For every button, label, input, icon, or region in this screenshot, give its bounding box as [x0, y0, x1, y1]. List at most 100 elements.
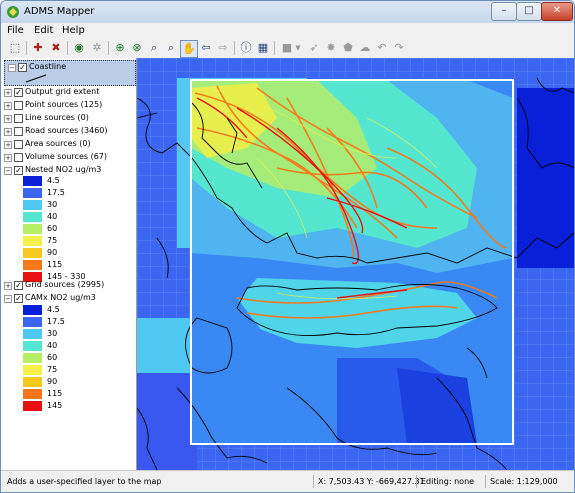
forward-arrow-icon[interactable]: ⇨	[215, 40, 231, 56]
title-bar: ADMS Mapper – □ ✕	[1, 1, 574, 23]
maximize-button[interactable]: □	[516, 2, 542, 21]
color-swatch	[23, 353, 42, 363]
coastline-layer-selected[interactable]: − ✓ Coastline	[4, 60, 136, 86]
info-icon[interactable]: ⓘ	[238, 40, 254, 56]
nested-scale-label: 30	[47, 200, 58, 209]
nested-scale-label: 60	[47, 224, 58, 233]
status-message: Adds a user-specified layer to the map	[7, 477, 162, 486]
zoom-layer-icon[interactable]: ⊗	[129, 40, 145, 56]
camx-scale-label: 90	[47, 377, 58, 386]
status-scale: Scale: 1:129,000	[485, 475, 558, 488]
nested-scale-label: 75	[47, 236, 58, 245]
nested-scale-label: 90	[47, 248, 58, 257]
camx-scale-label: 17.5	[47, 317, 65, 326]
color-swatch	[23, 260, 42, 270]
dropdown-icon[interactable]: ▼	[294, 40, 302, 56]
zoom-in-icon[interactable]: ⌕	[146, 40, 162, 56]
close-button[interactable]: ✕	[541, 2, 573, 21]
pan-hand-icon[interactable]: ✋	[180, 40, 198, 58]
layer-checkbox[interactable]	[14, 101, 23, 110]
color-swatch	[23, 200, 42, 210]
camx-scale-label: 75	[47, 365, 58, 374]
layer-camx-no2[interactable]: − ✓ CAMx NO2 ug/m3	[1, 292, 136, 304]
globe-icon[interactable]: ◉	[71, 40, 87, 56]
camx-scale-label: 40	[47, 341, 58, 350]
camx-scale-entry: 40	[1, 340, 136, 352]
stop-icon[interactable]: ■	[279, 40, 295, 56]
camx-scale-entry: 115	[1, 388, 136, 400]
color-swatch	[23, 224, 42, 234]
zoom-extent-icon[interactable]: ⊕	[112, 40, 128, 56]
layer-checkbox[interactable]	[14, 114, 23, 123]
camx-scale-label: 60	[47, 353, 58, 362]
map-canvas[interactable]	[137, 58, 574, 470]
menu-bar: File Edit Help	[1, 23, 574, 38]
camx-scale-label: 30	[47, 329, 58, 338]
layer-grid-sources[interactable]: + ✓ Grid sources (2995)	[1, 279, 136, 291]
menu-help[interactable]: Help	[62, 25, 85, 36]
undo-icon[interactable]: ↶	[374, 40, 390, 56]
layer-output-grid[interactable]: + ✓ Output grid extent	[1, 86, 136, 98]
nested-scale-label: 17.5	[47, 188, 65, 197]
color-swatch	[23, 389, 42, 399]
color-swatch	[23, 188, 42, 198]
coastline-checkbox[interactable]: ✓	[18, 63, 27, 72]
back-arrow-icon[interactable]: ⇦	[198, 40, 214, 56]
settings-icon[interactable]: ✲	[89, 40, 105, 56]
nested-scale-label: 115	[47, 260, 63, 269]
layer-checkbox[interactable]: ✓	[14, 88, 23, 97]
layer-checkbox[interactable]	[14, 127, 23, 136]
layer-legend-panel: − ✓ Coastline + ✓ Output grid extent + Po…	[1, 58, 137, 470]
nested-scale-entry: 90	[1, 247, 136, 259]
layer-road-sources[interactable]: + Road sources (3460)	[1, 125, 136, 137]
color-swatch	[23, 176, 42, 186]
cloud-icon[interactable]: ☁	[357, 40, 373, 56]
camx-scale-entry: 17.5	[1, 316, 136, 328]
zoom-out-icon[interactable]: ⌕	[163, 40, 179, 56]
color-swatch	[23, 236, 42, 246]
app-window: ADMS Mapper – □ ✕ File Edit Help ⬚ ✚ ✖ ◉…	[0, 0, 575, 493]
color-swatch	[23, 401, 42, 411]
camx-scale-label: 115	[47, 389, 63, 398]
open-layer-icon[interactable]: ⬚	[7, 40, 23, 56]
color-swatch	[23, 341, 42, 351]
app-icon	[7, 6, 19, 18]
pointer-icon[interactable]: ➶	[306, 40, 322, 56]
redo-icon[interactable]: ↷	[391, 40, 407, 56]
minimize-button[interactable]: –	[491, 2, 517, 21]
shape-icon[interactable]: ⬟	[340, 40, 356, 56]
color-swatch	[23, 248, 42, 258]
layer-volume-sources[interactable]: + Volume sources (67)	[1, 151, 136, 163]
camx-scale-label: 4.5	[47, 305, 60, 314]
nested-scale-entry: 17.5	[1, 187, 136, 199]
remove-layer-icon[interactable]: ✖	[48, 40, 64, 56]
layer-line-sources[interactable]: + Line sources (0)	[1, 112, 136, 124]
camx-scale-entry: 90	[1, 376, 136, 388]
map-view[interactable]	[137, 58, 574, 470]
table-icon[interactable]: ▦	[255, 40, 271, 56]
layer-point-sources[interactable]: + Point sources (125)	[1, 99, 136, 111]
camx-scale-entry: 145	[1, 400, 136, 412]
nested-scale-label: 40	[47, 212, 58, 221]
star-icon[interactable]: ✸	[323, 40, 339, 56]
layer-checkbox[interactable]	[14, 153, 23, 162]
layer-checkbox[interactable]: ✓	[14, 281, 23, 290]
color-swatch	[23, 212, 42, 222]
nested-scale-entry: 40	[1, 211, 136, 223]
nested-scale-entry: 115	[1, 259, 136, 271]
collapse-toggle[interactable]: −	[8, 64, 16, 72]
layer-checkbox[interactable]	[14, 140, 23, 149]
status-bar: Adds a user-specified layer to the map X…	[1, 470, 574, 492]
layer-checkbox[interactable]: ✓	[14, 166, 23, 175]
layer-area-sources[interactable]: + Area sources (0)	[1, 138, 136, 150]
nested-scale-entry: 30	[1, 199, 136, 211]
nested-scale-entry: 4.5	[1, 175, 136, 187]
color-swatch	[23, 329, 42, 339]
coastline-line-icon	[25, 74, 47, 83]
layer-checkbox[interactable]: ✓	[14, 294, 23, 303]
menu-file[interactable]: File	[7, 25, 24, 36]
toolbar: ⬚ ✚ ✖ ◉ ✲ ⊕ ⊗ ⌕ ⌕ ✋ ⇦ ⇨ ⓘ ▦ ■ ▼ ➶ ✸ ⬟ ☁ …	[1, 38, 574, 59]
menu-edit[interactable]: Edit	[34, 25, 53, 36]
coastline-label: Coastline	[29, 62, 67, 71]
add-layer-icon[interactable]: ✚	[30, 40, 46, 56]
